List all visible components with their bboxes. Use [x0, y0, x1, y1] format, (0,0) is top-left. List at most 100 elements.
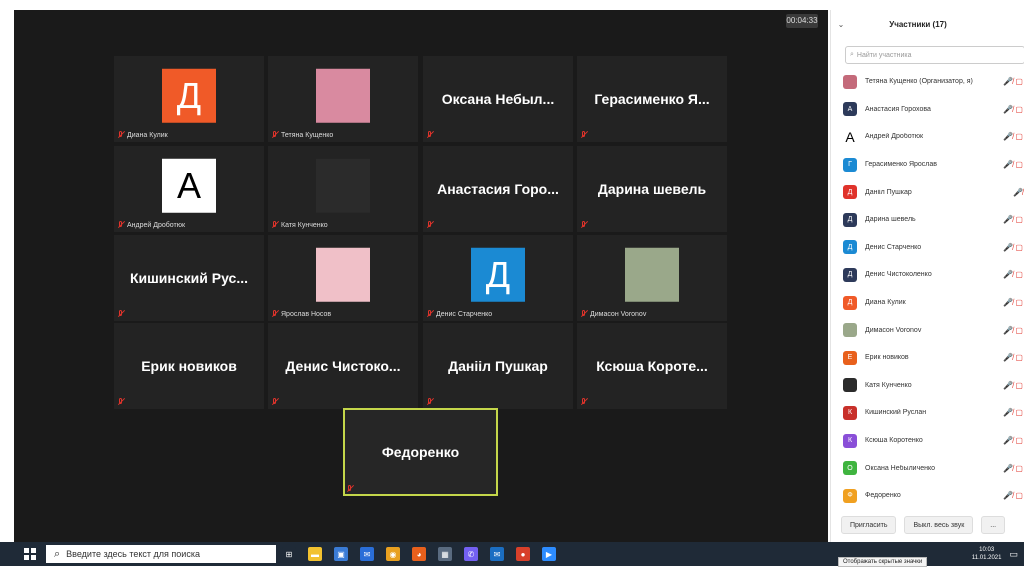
participant-row[interactable]: Д Денис Старченко 🎤̸ ▢: [831, 234, 1024, 262]
participant-avatar: Д: [843, 240, 857, 255]
task-view-icon[interactable]: ⊞: [282, 547, 296, 561]
meeting-timer: 00:04:33: [786, 14, 818, 28]
tile-label: [581, 221, 587, 229]
muted-mic-icon[interactable]: 🎤̸ ▢: [999, 105, 1024, 114]
participant-name: Герасименко Ярослав: [865, 161, 937, 169]
video-tile[interactable]: Д Диана Кулик: [114, 56, 264, 142]
video-tile[interactable]: Денис Чистоко...: [268, 323, 418, 409]
video-tile[interactable]: Димасон Voronov: [577, 235, 727, 321]
video-tile[interactable]: Дарина шевель: [577, 146, 727, 232]
video-tile[interactable]: Данiiл Пушкар: [423, 323, 573, 409]
muted-mic-icon[interactable]: 🎤̸ ▢: [999, 77, 1024, 86]
participant-row[interactable]: О Оксана Небыличенко 🎤̸ ▢: [831, 454, 1024, 482]
zoom-icon[interactable]: ▶: [542, 547, 556, 561]
video-tile[interactable]: Катя Кунченко: [268, 146, 418, 232]
muted-mic-icon[interactable]: 🎤̸ ▢: [999, 436, 1024, 445]
participant-photo: [316, 158, 370, 213]
participant-row[interactable]: Тетяна Кущенко (Организатор, я) 🎤̸ ▢: [831, 68, 1024, 96]
muted-mic-icon[interactable]: 🎤̸ ▢: [999, 132, 1024, 141]
participant-row[interactable]: Димасон Voronov 🎤̸ ▢: [831, 316, 1024, 344]
muted-mic-icon[interactable]: 🎤̸ ▢: [999, 243, 1024, 252]
video-tile[interactable]: Оксана Небыл...: [423, 56, 573, 142]
video-tile[interactable]: Ерик новиков: [114, 323, 264, 409]
participant-name: Андрей Дроботюк: [865, 133, 924, 141]
more-button[interactable]: ...: [981, 516, 1006, 534]
video-tile[interactable]: Ксюша Короте...: [577, 323, 727, 409]
participant-avatar: Ф: [843, 488, 857, 503]
muted-mic-icon[interactable]: 🎤̸ ▢: [999, 160, 1024, 169]
tile-label: Катя Кунченко: [272, 221, 328, 229]
participant-row[interactable]: Ф Федоренко 🎤̸ ▢: [831, 482, 1024, 510]
chrome-icon[interactable]: ◉: [386, 547, 400, 561]
muted-mic-icon[interactable]: 🎤̸: [999, 188, 1024, 197]
panel-footer: Пригласить Выкл. весь звук ...: [831, 508, 1024, 542]
store-icon[interactable]: ▣: [334, 547, 348, 561]
participant-row[interactable]: Д Денис Чистоколенко 🎤̸ ▢: [831, 261, 1024, 289]
notification-icon[interactable]: ▭: [1009, 549, 1018, 560]
app-red-icon[interactable]: ●: [516, 547, 530, 561]
video-tile[interactable]: А Андрей Дроботюк: [114, 146, 264, 232]
participant-row[interactable]: Д Дарина шевель 🎤̸ ▢: [831, 206, 1024, 234]
participant-avatar: А: [162, 158, 216, 213]
video-tile[interactable]: Герасименко Я...: [577, 56, 727, 142]
windows-start-icon[interactable]: [24, 548, 36, 560]
participant-row[interactable]: А Андрей Дроботюк 🎤̸ ▢: [831, 123, 1024, 151]
participant-name: Герасименко Я...: [594, 91, 710, 107]
participant-name: Оксана Небыл...: [441, 91, 555, 107]
video-tile[interactable]: Д Денис Старченко: [423, 235, 573, 321]
muted-mic-icon: [427, 131, 433, 139]
participant-photo: [316, 68, 370, 123]
invite-button[interactable]: Пригласить: [841, 516, 897, 534]
participant-avatar: Д: [843, 212, 857, 227]
participant-row[interactable]: А Анастасия Горохова 🎤̸ ▢: [831, 96, 1024, 124]
muted-mic-icon[interactable]: 🎤̸ ▢: [999, 298, 1024, 307]
file-explorer-icon[interactable]: ▬: [308, 547, 322, 561]
calculator-icon[interactable]: ▦: [438, 547, 452, 561]
panel-header: ⌄ Участники (17): [831, 10, 1024, 38]
participant-avatar: [843, 378, 857, 393]
muted-mic-icon[interactable]: 🎤̸ ▢: [999, 381, 1024, 390]
participant-row[interactable]: Катя Кунченко 🎤̸ ▢: [831, 372, 1024, 400]
participant-photo: [316, 247, 370, 302]
tile-label: [118, 398, 124, 406]
collapse-chevron-icon[interactable]: ⌄: [831, 20, 851, 29]
participant-avatar: К: [843, 405, 857, 420]
tile-label: [427, 131, 433, 139]
participant-row[interactable]: Г Герасименко Ярослав 🎤̸ ▢: [831, 151, 1024, 179]
tile-label: Тетяна Кущенко: [272, 131, 333, 139]
muted-mic-icon[interactable]: 🎤̸ ▢: [999, 353, 1024, 362]
participant-name: Анастасия Горо...: [437, 181, 559, 197]
muted-mic-icon[interactable]: 🎤̸ ▢: [999, 491, 1024, 500]
muted-mic-icon[interactable]: 🎤̸ ▢: [999, 408, 1024, 417]
participant-name: Данiiл Пушкар: [448, 358, 548, 374]
participant-row[interactable]: Д Данiiл Пушкар 🎤̸: [831, 178, 1024, 206]
participant-row[interactable]: Е Ерик новиков 🎤̸ ▢: [831, 344, 1024, 372]
video-tile[interactable]: Ярослав Носов: [268, 235, 418, 321]
outlook-icon[interactable]: ✉: [490, 547, 504, 561]
viber-icon[interactable]: ✆: [464, 547, 478, 561]
taskbar-clock[interactable]: 10:03 11.01.2021: [972, 546, 1002, 562]
video-tile[interactable]: Анастасия Горо...: [423, 146, 573, 232]
participant-row[interactable]: Д Диана Кулик 🎤̸ ▢: [831, 289, 1024, 317]
muted-mic-icon[interactable]: 🎤̸ ▢: [999, 215, 1024, 224]
participant-row[interactable]: К Кишинский Руслан 🎤̸ ▢: [831, 399, 1024, 427]
participant-search-input[interactable]: ⌕ Найти участника: [845, 46, 1024, 64]
participant-name: Ерик новиков: [141, 358, 237, 374]
muted-mic-icon: [427, 310, 433, 318]
participant-row[interactable]: К Ксюша Коротенко 🎤̸ ▢: [831, 427, 1024, 455]
muted-mic-icon[interactable]: 🎤̸ ▢: [999, 464, 1024, 473]
mute-all-button[interactable]: Выкл. весь звук: [904, 516, 974, 534]
participant-name: Ксюша Короте...: [596, 358, 708, 374]
taskbar-search-box[interactable]: ⌕ Введите здесь текст для поиска: [46, 545, 276, 563]
muted-mic-icon[interactable]: 🎤̸ ▢: [999, 326, 1024, 335]
firefox-icon[interactable]: ◕: [412, 547, 426, 561]
video-tile[interactable]: Кишинский Рус...: [114, 235, 264, 321]
participant-name: Данiiл Пушкар: [865, 188, 912, 196]
mail-icon[interactable]: ✉: [360, 547, 374, 561]
muted-mic-icon: [272, 310, 278, 318]
muted-mic-icon[interactable]: 🎤̸ ▢: [999, 270, 1024, 279]
windows-taskbar: ⌕ Введите здесь текст для поиска ⊞ ▬ ▣ ✉ ◉ ◕ ▦…: [0, 542, 1024, 567]
system-tray: Отображать скрытые значки 10:03 11.01.20…: [834, 542, 1024, 567]
video-tile[interactable]: Тетяна Кущенко: [268, 56, 418, 142]
video-tile[interactable]: Федоренко: [343, 408, 498, 496]
